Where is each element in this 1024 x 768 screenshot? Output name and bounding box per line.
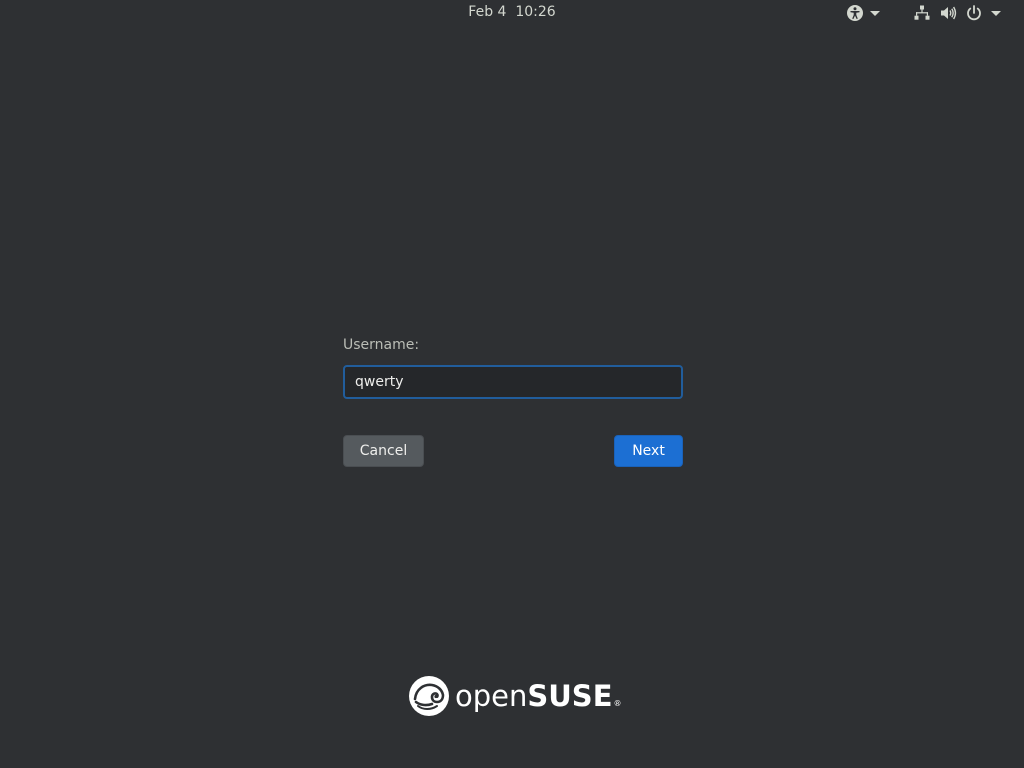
next-button[interactable]: Next <box>614 435 683 467</box>
cancel-button[interactable]: Cancel <box>343 435 424 467</box>
network-wired-icon <box>913 4 931 22</box>
logo-text-open: open <box>455 679 528 713</box>
login-screen: Feb 4 10:26 Username: qwerty Cancel Next… <box>0 0 1024 768</box>
power-icon <box>965 4 983 22</box>
logo-text-suse: SUSE <box>527 679 613 713</box>
opensuse-chameleon-icon <box>408 675 450 717</box>
volume-icon <box>939 4 957 22</box>
username-field-frame[interactable] <box>343 365 683 399</box>
accessibility-menu[interactable] <box>846 3 880 23</box>
prompt-buttons: Cancel Next <box>343 435 683 467</box>
opensuse-logo: openSUSE ® <box>408 674 622 718</box>
registered-mark: ® <box>613 699 622 708</box>
logo-wordmark: openSUSE <box>455 679 613 713</box>
username-label: Username: <box>343 337 420 353</box>
login-prompt: Username: Cancel Next <box>343 335 683 467</box>
chevron-down-icon <box>870 8 880 18</box>
chevron-down-icon <box>991 8 1001 18</box>
username-input[interactable] <box>345 367 681 397</box>
top-bar: Feb 4 10:26 <box>0 0 1024 26</box>
accessibility-icon <box>846 4 864 22</box>
system-menu[interactable] <box>913 3 1001 23</box>
